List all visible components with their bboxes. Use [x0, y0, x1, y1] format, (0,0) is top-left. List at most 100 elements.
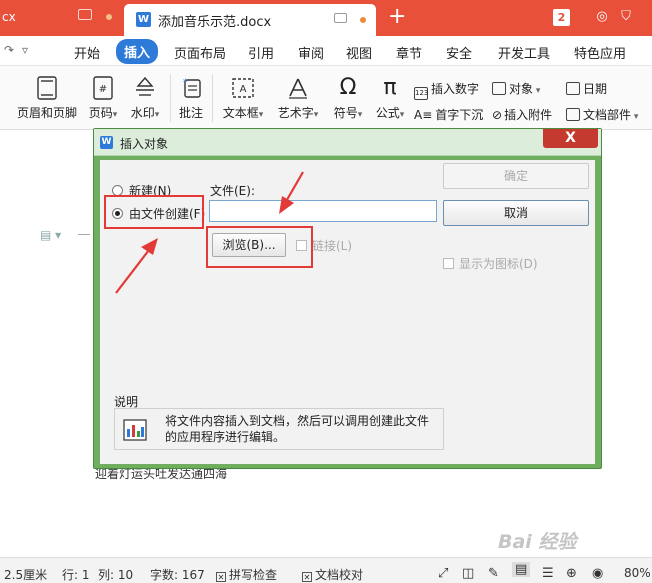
radio-create-new[interactable]: 新建(N) [112, 182, 171, 199]
file-path-input[interactable] [209, 200, 437, 222]
header-footer-button[interactable]: 页眉和页脚 [16, 76, 78, 121]
link-checkbox-box[interactable] [296, 240, 307, 251]
drop-cap-icon: A≡ [414, 108, 433, 122]
tab-previous-document[interactable]: cx [0, 0, 124, 36]
menu-item-references[interactable]: 引用 [248, 43, 274, 62]
textbox-icon: A [232, 78, 254, 98]
calendar-icon [566, 82, 580, 95]
spell-check-button[interactable]: ✕ 拼写检查 [216, 566, 277, 583]
page-view-icon[interactable]: ▤ [512, 562, 531, 577]
insert-object-dialog: W 插入对象 X 新建(N) 由文件创建(F) 文件(E): 浏览(B)... … [93, 128, 602, 469]
art-text-icon [289, 78, 307, 99]
paperclip-icon: ⊘ [492, 108, 503, 122]
monitor-icon[interactable] [78, 9, 92, 20]
skin-shirt-icon[interactable]: ⛉ [618, 9, 634, 25]
page-number-icon: # [93, 76, 113, 100]
embedded-document-icon [123, 419, 147, 441]
quick-access-dropdown-icon[interactable]: ▿ [22, 43, 28, 57]
formula-button[interactable]: π 公式▾ [372, 76, 408, 121]
radio-create-from-file-indicator[interactable] [112, 208, 123, 219]
comment-button[interactable]: * 批注 [176, 76, 206, 121]
menu-item-review[interactable]: 审阅 [298, 43, 324, 62]
menu-item-chapter[interactable]: 章节 [396, 43, 422, 62]
ribbon-separator [212, 74, 213, 122]
settings-icon[interactable]: ◎ [594, 9, 610, 25]
unsaved-dot-icon [106, 14, 112, 20]
monitor-icon[interactable] [334, 13, 347, 23]
date-button[interactable]: 日期 [566, 80, 607, 97]
symbol-button[interactable]: Ω 符号▾ [330, 76, 366, 121]
paragraph-handle-icon[interactable]: ▤ ▾ [40, 228, 61, 242]
baidu-watermark: Bai 经验 [498, 531, 577, 553]
doc-parts-button[interactable]: 文档部件 ▾ [566, 106, 638, 123]
textbox-button[interactable]: A 文本框▾ [220, 76, 266, 121]
ok-button[interactable]: 确定 [443, 163, 589, 189]
object-icon [492, 82, 506, 95]
dialog-body: 新建(N) 由文件创建(F) 文件(E): 浏览(B)... 链接(L) 确定 … [100, 160, 595, 464]
tab-label: cx [2, 10, 16, 24]
svg-text:A: A [240, 84, 247, 95]
menu-item-security[interactable]: 安全 [446, 43, 472, 62]
watermark-icon [136, 76, 154, 96]
menu-item-special[interactable]: 特色应用 [574, 43, 626, 62]
status-position[interactable]: 2.5厘米 [4, 566, 47, 583]
dialog-title-bar[interactable]: W 插入对象 [94, 129, 601, 156]
doc-parts-icon [566, 108, 580, 121]
edit-mode-icon[interactable]: ✎ [488, 566, 499, 581]
menu-item-page-layout[interactable]: 页面布局 [174, 43, 226, 62]
title-bar: cx W 添加音乐示范.docx + 2 ◎ ⛉ [0, 0, 652, 36]
ribbon-separator [170, 74, 171, 122]
doc-proof-icon: ✕ [302, 572, 312, 582]
zoom-level[interactable]: 80% [624, 566, 651, 580]
insert-number-button[interactable]: 123 插入数字 [414, 80, 479, 100]
dialog-title: 插入对象 [120, 137, 169, 151]
fullscreen-icon[interactable]: ⤢ [438, 566, 448, 581]
object-button[interactable]: 对象 ▾ [492, 80, 540, 97]
menu-item-developer[interactable]: 开发工具 [498, 43, 550, 62]
radio-create-from-file[interactable]: 由文件创建(F) [112, 205, 205, 222]
tab-active-document[interactable]: W 添加音乐示范.docx [124, 4, 376, 36]
svg-text:*: * [183, 78, 188, 88]
web-view-icon[interactable]: ⊕ [566, 566, 577, 581]
outline-view-icon[interactable]: ☰ [542, 566, 554, 581]
display-as-icon-checkbox[interactable]: 显示为图标(D) [443, 255, 538, 272]
cancel-button[interactable]: 取消 [443, 200, 589, 226]
menu-item-insert[interactable]: 插入 [116, 39, 159, 64]
file-label: 文件(E): [210, 184, 255, 198]
window-count-badge[interactable]: 2 [553, 9, 570, 26]
omega-symbol-icon: Ω [339, 75, 357, 100]
insert-attachment-button[interactable]: ⊘ 插入附件 [492, 106, 552, 123]
page-number-button[interactable]: # 页码▾ [86, 76, 120, 121]
read-mode-icon[interactable]: ◫ [462, 566, 474, 581]
unsaved-dot-icon [360, 17, 366, 23]
tab-label: 添加音乐示范.docx [158, 15, 272, 30]
doc-proof-button[interactable]: ✕ 文档校对 [302, 566, 363, 583]
status-word-count[interactable]: 字数: 167 [150, 566, 205, 583]
menu-item-view[interactable]: 视图 [346, 43, 372, 62]
comment-icon: * [183, 78, 201, 98]
art-text-button[interactable]: 艺术字▾ [274, 76, 322, 121]
spell-check-icon: ✕ [216, 572, 226, 582]
radio-create-new-indicator[interactable] [112, 185, 123, 196]
browse-button[interactable]: 浏览(B)... [212, 233, 286, 257]
display-as-icon-checkbox-box[interactable] [443, 258, 454, 269]
redo-icon[interactable]: ↷ [4, 43, 14, 57]
drop-cap-button[interactable]: A≡ 首字下沉 [414, 106, 483, 123]
dialog-close-button[interactable]: X [543, 129, 598, 148]
svg-text:#: # [99, 84, 107, 95]
description-text: 将文件内容插入到文档，然后可以调用创建此文件的应用程序进行编辑。 [165, 414, 430, 444]
ribbon-toolbar: 页眉和页脚 # 页码▾ 水印▾ * 批注 A 文本框▾ 艺术字▾ Ω 符号▾ π… [0, 66, 652, 130]
menu-item-start[interactable]: 开始 [74, 43, 100, 62]
eye-protection-icon[interactable]: ◉ [592, 566, 603, 581]
status-row: 行: 1 [62, 568, 90, 582]
watermark-button[interactable]: 水印▾ [128, 76, 162, 121]
status-column: 列: 10 [98, 568, 134, 582]
wps-writer-icon: W [100, 136, 113, 149]
menu-bar: ↷ ▿ 开始 插入 页面布局 引用 审阅 视图 章节 安全 开发工具 特色应用 [0, 36, 652, 66]
pi-formula-icon: π [383, 75, 397, 100]
description-box: 将文件内容插入到文档，然后可以调用创建此文件的应用程序进行编辑。 [114, 408, 444, 450]
margin-marker [78, 234, 90, 235]
header-footer-icon [37, 76, 57, 100]
link-checkbox[interactable]: 链接(L) [296, 237, 352, 254]
new-tab-plus-icon[interactable]: + [388, 4, 406, 30]
